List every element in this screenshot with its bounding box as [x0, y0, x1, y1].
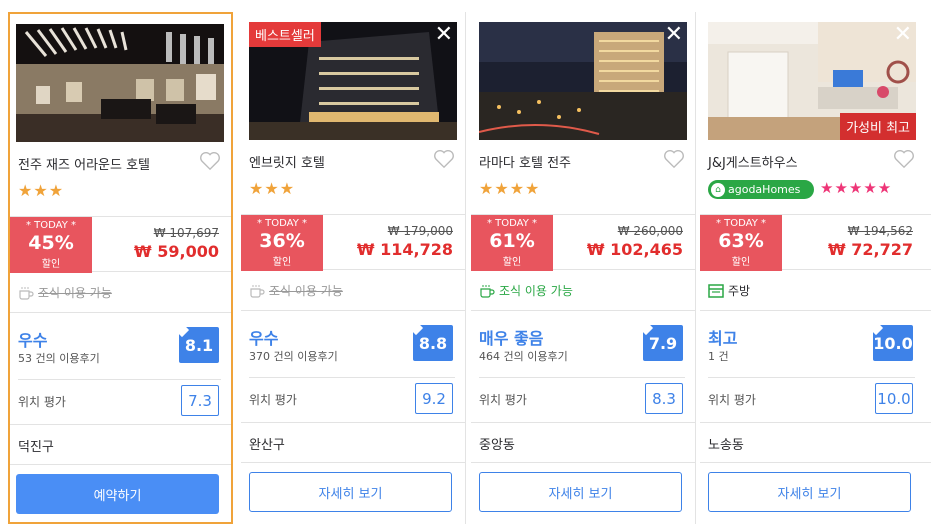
- star-rating: ★★★★: [479, 179, 541, 198]
- original-price: ₩ 107,697: [153, 226, 219, 240]
- price-box: * TODAY * 61% 할인 ₩ 260,000 ₩ 102,465: [471, 214, 695, 271]
- review-score: 7.9: [643, 325, 683, 361]
- rating-label: 우수: [249, 329, 279, 348]
- review-count[interactable]: 464 건의 이용후기: [479, 348, 568, 364]
- review-score: 8.8: [413, 325, 453, 361]
- sale-price: ₩ 114,728: [356, 240, 453, 259]
- close-icon[interactable]: ✕: [894, 24, 912, 46]
- star-rating: ★★★★★: [820, 179, 893, 197]
- review-count[interactable]: 370 건의 이용후기: [249, 348, 338, 364]
- location-label: 위치 평가: [249, 393, 297, 407]
- location-label: 위치 평가: [479, 393, 527, 407]
- cup-icon: [19, 286, 34, 300]
- kitchen-amenity: 주방: [708, 282, 750, 299]
- sale-price: ₩ 72,727: [828, 240, 913, 259]
- location-score: 7.3: [181, 385, 219, 416]
- sale-price: ₩ 59,000: [134, 242, 219, 261]
- home-icon: ⌂: [711, 182, 725, 197]
- location-score: 8.3: [645, 383, 683, 414]
- sale-price: ₩ 102,465: [586, 240, 683, 259]
- location-score: 9.2: [415, 383, 453, 414]
- rating-label: 최고: [708, 329, 738, 348]
- cup-icon: [250, 284, 265, 298]
- rating-label: 매우 좋음: [479, 329, 544, 348]
- review-score: 10.0: [873, 325, 913, 361]
- area-name: 노송동: [708, 438, 744, 453]
- location-score: 10.0: [875, 383, 913, 414]
- hotel-photo[interactable]: ✕: [479, 22, 687, 140]
- area-name: 덕진구: [18, 440, 54, 455]
- area-name: 완산구: [249, 438, 285, 453]
- heart-icon[interactable]: [199, 151, 221, 171]
- agoda-homes-badge: ⌂ agodaHomes: [708, 180, 814, 199]
- hotel-photo[interactable]: [16, 24, 224, 142]
- hotel-name[interactable]: J&J게스트하우스: [708, 152, 798, 171]
- breakfast-amenity: 조식 이용 가능: [18, 284, 112, 301]
- price-box: * TODAY * 45% 할인 ₩ 107,697 ₩ 59,000: [10, 216, 231, 273]
- hotel-card[interactable]: 베스트셀러 ✕ 엔브릿지 호텔 ★★★ * TODAY * 36% 할인 ₩ 1…: [241, 12, 466, 524]
- hotel-name[interactable]: 라마다 호텔 전주: [479, 152, 571, 171]
- heart-icon[interactable]: [893, 149, 915, 169]
- close-icon[interactable]: ✕: [665, 24, 683, 46]
- heart-icon[interactable]: [433, 149, 455, 169]
- book-button[interactable]: 예약하기: [16, 474, 219, 514]
- price-box: * TODAY * 63% 할인 ₩ 194,562 ₩ 72,727: [700, 214, 931, 271]
- review-count[interactable]: 1 건: [708, 348, 729, 364]
- discount-badge: * TODAY * 45% 할인: [10, 217, 92, 273]
- discount-badge: * TODAY * 61% 할인: [471, 215, 553, 271]
- details-button[interactable]: 자세히 보기: [249, 472, 452, 512]
- best-value-badge: 가성비 최고: [840, 113, 916, 140]
- breakfast-amenity: 조식 이용 가능: [479, 282, 573, 299]
- star-rating: ★★★: [249, 179, 296, 198]
- hotel-card[interactable]: ✕ 라마다 호텔 전주 ★★★★ * TODAY * 61% 할인 ₩ 260,…: [471, 12, 696, 524]
- close-icon[interactable]: ✕: [435, 24, 453, 46]
- location-label: 위치 평가: [708, 393, 756, 407]
- review-count[interactable]: 53 건의 이용후기: [18, 350, 100, 366]
- details-button[interactable]: 자세히 보기: [479, 472, 682, 512]
- review-score: 8.1: [179, 327, 219, 363]
- area-name: 중앙동: [479, 438, 515, 453]
- details-button[interactable]: 자세히 보기: [708, 472, 911, 512]
- discount-badge: * TODAY * 63% 할인: [700, 215, 782, 271]
- bestseller-badge: 베스트셀러: [249, 22, 321, 47]
- rating-label: 우수: [18, 331, 48, 350]
- original-price: ₩ 179,000: [387, 224, 453, 238]
- price-box: * TODAY * 36% 할인 ₩ 179,000 ₩ 114,728: [241, 214, 465, 271]
- hotel-card[interactable]: 전주 재즈 어라운드 호텔 ★★★ * TODAY * 45% 할인 ₩ 107…: [8, 12, 233, 524]
- hotel-photo[interactable]: ✕ 가성비 최고: [708, 22, 916, 140]
- breakfast-amenity: 조식 이용 가능: [249, 282, 343, 299]
- discount-badge: * TODAY * 36% 할인: [241, 215, 323, 271]
- hotel-name[interactable]: 엔브릿지 호텔: [249, 152, 325, 171]
- star-rating: ★★★: [18, 181, 65, 200]
- heart-icon[interactable]: [663, 149, 685, 169]
- cup-icon: [480, 284, 495, 298]
- hotel-name[interactable]: 전주 재즈 어라운드 호텔: [18, 154, 150, 173]
- original-price: ₩ 260,000: [617, 224, 683, 238]
- hotel-card[interactable]: ✕ 가성비 최고 J&J게스트하우스 ⌂ agodaHomes ★★★★★ * …: [700, 12, 931, 524]
- original-price: ₩ 194,562: [847, 224, 913, 238]
- hotel-photo[interactable]: 베스트셀러 ✕: [249, 22, 457, 140]
- location-label: 위치 평가: [18, 395, 66, 409]
- kitchen-icon: [708, 283, 724, 298]
